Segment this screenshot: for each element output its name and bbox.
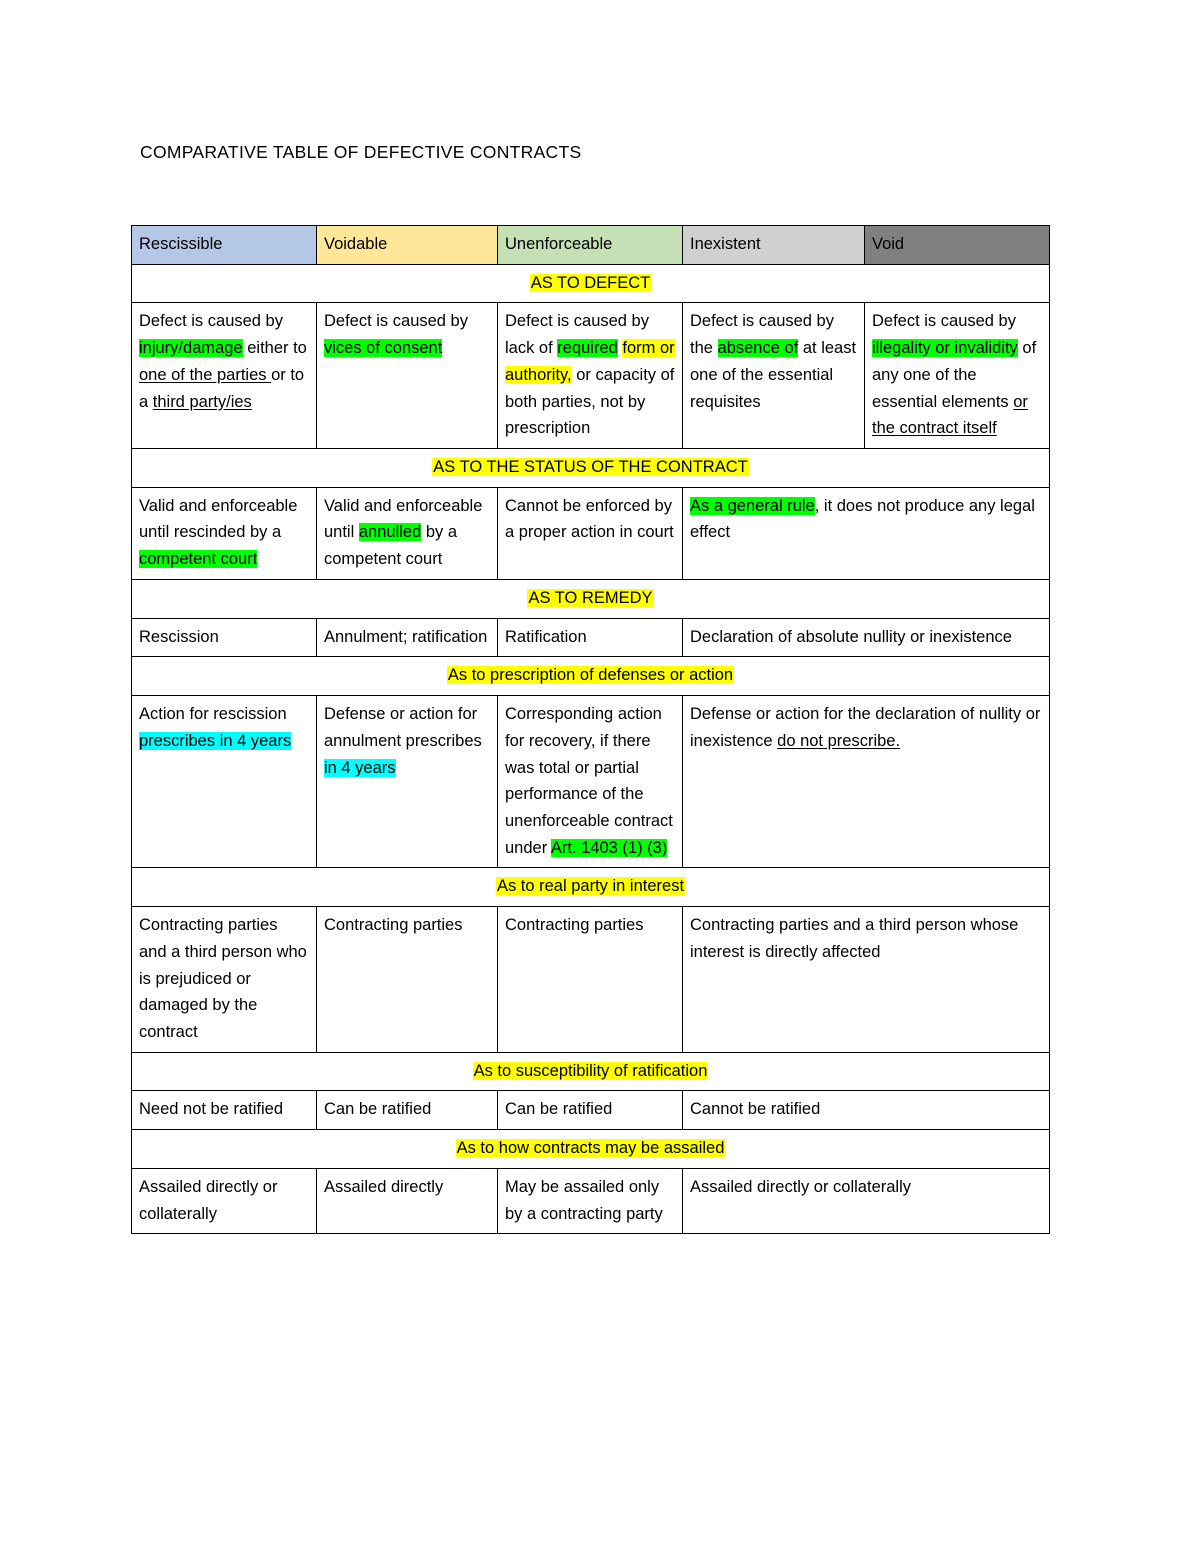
section-heading-row-remedy: AS TO REMEDY (131, 578, 1050, 619)
table-header-row: Rescissible Voidable Unenforceable Inexi… (131, 225, 1050, 265)
text-run: Cannot be enforced by a proper action in… (505, 496, 674, 542)
section-heading-row-ratification: As to susceptibility of ratification (131, 1051, 1050, 1092)
table-row-real-party: Contracting parties and a third person w… (131, 906, 1050, 1053)
highlight-green: injury/damage (139, 339, 243, 358)
highlight-green: required (557, 339, 618, 358)
highlight-green: As a general rule (690, 496, 815, 515)
cell-real-party-inexistent-void: Contracting parties and a third person w… (682, 906, 1050, 1053)
text-run: Defect is caused by (139, 312, 283, 331)
table-row-assailed: Assailed directly or collaterally Assail… (131, 1167, 1050, 1235)
cell-ratification-rescissible: Need not be ratified (131, 1090, 317, 1131)
table-row-prescription: Action for rescission prescribes in 4 ye… (131, 695, 1050, 869)
table-row-status: Valid and enforceable until rescinded by… (131, 486, 1050, 580)
cell-remedy-voidable: Annulment; ratification (316, 617, 498, 658)
comparative-table: Rescissible Voidable Unenforceable Inexi… (131, 225, 1050, 1235)
highlight-green: competent court (139, 550, 258, 569)
column-header-rescissible: Rescissible (131, 225, 317, 265)
cell-status-inexistent-void: As a general rule, it does not produce a… (682, 486, 1050, 580)
cell-remedy-unenforceable: Ratification (497, 617, 683, 658)
section-heading-cell: AS TO THE STATUS OF THE CONTRACT (131, 448, 1050, 488)
section-heading-cell: AS TO DEFECT (131, 263, 1050, 304)
cell-real-party-voidable: Contracting parties (316, 906, 498, 1053)
cell-status-rescissible: Valid and enforceable until rescinded by… (131, 486, 317, 580)
cell-real-party-rescissible: Contracting parties and a third person w… (131, 906, 317, 1053)
cell-defect-voidable: Defect is caused by vices of consent (316, 302, 498, 450)
highlight-green: annulled (358, 523, 422, 542)
column-header-void: Void (864, 225, 1050, 265)
section-heading-label: AS TO THE STATUS OF THE CONTRACT (432, 458, 749, 477)
underlined-run: third party/ies (152, 392, 252, 411)
document-page: COMPARATIVE TABLE OF DEFECTIVE CONTRACTS… (0, 0, 1200, 1553)
cell-status-voidable: Valid and enforceable until annulled by … (316, 486, 498, 580)
column-header-inexistent: Inexistent (682, 225, 865, 265)
cell-prescription-inexistent-void: Defense or action for the declaration of… (682, 695, 1050, 869)
cell-ratification-unenforceable: Can be ratified (497, 1090, 683, 1131)
cell-prescription-rescissible: Action for rescission prescribes in 4 ye… (131, 695, 317, 869)
section-heading-label: As to susceptibility of ratification (472, 1061, 709, 1080)
table-row-defect: Defect is caused by injury/damage either… (131, 302, 1050, 450)
section-heading-label: As to real party in interest (495, 877, 686, 896)
highlight-green: absence of (717, 339, 799, 358)
text-run: Defect is caused by (872, 312, 1016, 331)
section-heading-cell: As to susceptibility of ratification (131, 1051, 1050, 1092)
cell-defect-void: Defect is caused by illegality or invali… (864, 302, 1050, 450)
column-header-voidable: Voidable (316, 225, 498, 265)
cell-remedy-inexistent-void: Declaration of absolute nullity or inexi… (682, 617, 1050, 658)
cell-status-unenforceable: Cannot be enforced by a proper action in… (497, 486, 683, 580)
highlight-cyan: prescribes in 4 years (139, 731, 292, 750)
cell-defect-inexistent: Defect is caused by the absence of at le… (682, 302, 865, 450)
page-title: COMPARATIVE TABLE OF DEFECTIVE CONTRACTS (140, 142, 582, 162)
highlight-green: vices of consent (324, 339, 443, 358)
cell-remedy-rescissible: Rescission (131, 617, 317, 658)
cell-assailed-rescissible: Assailed directly or collaterally (131, 1167, 317, 1235)
cell-assailed-unenforceable: May be assailed only by a contracting pa… (497, 1167, 683, 1235)
section-heading-cell: As to how contracts may be assailed (131, 1129, 1050, 1169)
cell-assailed-inexistent-void: Assailed directly or collaterally (682, 1167, 1050, 1235)
text-run: Defect is caused by (324, 312, 468, 331)
section-heading-cell: As to prescription of defenses or action (131, 656, 1050, 697)
cell-ratification-inexistent-void: Cannot be ratified (682, 1090, 1050, 1131)
section-heading-row-real-party: As to real party in interest (131, 867, 1050, 908)
section-heading-label: AS TO REMEDY (527, 588, 654, 607)
cell-prescription-unenforceable: Corresponding action for recovery, if th… (497, 695, 683, 869)
text-run: Corresponding action for recovery, if th… (505, 705, 673, 857)
cell-prescription-voidable: Defense or action for annulment prescrib… (316, 695, 498, 869)
section-heading-label: AS TO DEFECT (529, 273, 652, 292)
text-run: Defense or action for annulment prescrib… (324, 705, 482, 750)
cell-defect-rescissible: Defect is caused by injury/damage either… (131, 302, 317, 450)
table-row-remedy: Rescission Annulment; ratification Ratif… (131, 617, 1050, 658)
underlined-run: one of the parties (139, 365, 272, 384)
highlight-green: Art. 1403 (1) (3) (550, 838, 668, 857)
highlight-cyan: in 4 years (324, 758, 396, 777)
section-heading-cell: As to real party in interest (131, 867, 1050, 908)
section-heading-cell: AS TO REMEDY (131, 578, 1050, 619)
text-run: Valid and enforceable until rescinded by… (139, 496, 298, 542)
section-heading-row-status: AS TO THE STATUS OF THE CONTRACT (131, 448, 1050, 488)
section-heading-row-prescription: As to prescription of defenses or action (131, 656, 1050, 697)
text-run: either to (242, 339, 307, 358)
cell-defect-unenforceable: Defect is caused by lack of required for… (497, 302, 683, 450)
section-heading-row-assailed: As to how contracts may be assailed (131, 1129, 1050, 1169)
cell-ratification-voidable: Can be ratified (316, 1090, 498, 1131)
cell-assailed-voidable: Assailed directly (316, 1167, 498, 1235)
section-heading-label: As to how contracts may be assailed (455, 1139, 726, 1158)
column-header-unenforceable: Unenforceable (497, 225, 683, 265)
section-heading-label: As to prescription of defenses or action (446, 666, 735, 685)
text-run: Action for rescission (139, 705, 287, 724)
section-heading-row-defect: AS TO DEFECT (131, 263, 1050, 304)
cell-real-party-unenforceable: Contracting parties (497, 906, 683, 1053)
highlight-green: illegality or invalidity (872, 339, 1018, 358)
underlined-run: do not prescribe. (777, 731, 901, 750)
table-row-ratification: Need not be ratified Can be ratified Can… (131, 1090, 1050, 1131)
